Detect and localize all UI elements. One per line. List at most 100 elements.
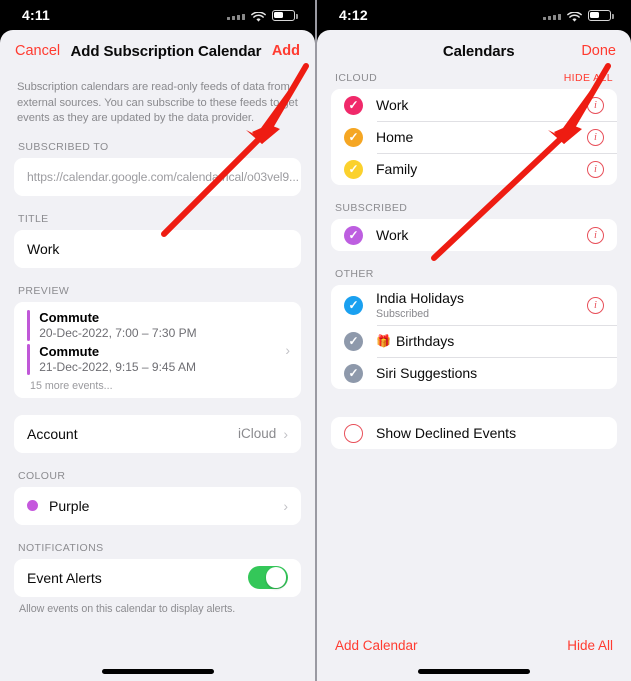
battery-icon (588, 9, 614, 21)
calendar-name: Home (376, 129, 414, 145)
colour-swatch-icon (27, 500, 38, 511)
home-indicator (418, 669, 530, 674)
checkmark-icon: ✓ (344, 225, 363, 245)
more-events-text: 15 more events... (30, 379, 113, 392)
cellular-signal-icon (543, 11, 561, 20)
event-title: Commute (39, 309, 100, 325)
colour-label: COLOUR (18, 469, 66, 482)
unchecked-circle-icon (344, 423, 363, 443)
home-indicator (101, 669, 214, 674)
status-indicators (543, 9, 614, 22)
checkmark-icon: ✓ (344, 331, 363, 351)
title-input[interactable]: Work (14, 230, 301, 268)
right-phone-screen: 4:12 Calendars Done ICLOUD HIDE ALL ✓ Wo… (315, 0, 631, 681)
title-card: Work (14, 229, 301, 268)
info-icon[interactable]: i (587, 160, 604, 178)
checkmark-icon: ✓ (344, 159, 363, 179)
chevron-right-icon: › (283, 425, 288, 442)
title-label: TITLE (18, 212, 49, 225)
wifi-icon (567, 10, 582, 22)
gift-icon: 🎁 (376, 334, 391, 348)
hide-all-button[interactable]: Hide All (567, 638, 613, 653)
checkmark-icon: ✓ (344, 127, 363, 147)
notifications-card: Event Alerts (14, 558, 301, 597)
icloud-calendars-card: ✓ Work i ✓ Home i ✓ Family i (331, 89, 617, 185)
status-bar-left: 4:11 (0, 0, 315, 30)
event-alerts-toggle[interactable] (248, 565, 288, 590)
event-color-bar (27, 309, 31, 341)
subscribed-calendars-card: ✓ Work i (331, 219, 617, 251)
checkmark-icon: ✓ (344, 295, 363, 315)
cancel-button[interactable]: Cancel (15, 43, 60, 59)
cellular-signal-icon (227, 11, 245, 20)
info-icon[interactable]: i (587, 128, 604, 146)
subscribed-to-label: SUBSCRIBED TO (18, 140, 109, 153)
calendar-row[interactable]: ✓ Family i (331, 153, 617, 185)
url-value: https://calendar.google.com/calendar/ica… (27, 169, 299, 184)
other-section-label: OTHER (335, 268, 374, 280)
add-subscription-sheet: Cancel Add Subscription Calendar Add Sub… (0, 30, 315, 681)
calendars-bottom-bar: Add Calendar Hide All (317, 638, 631, 653)
navigation-bar-left: Cancel Add Subscription Calendar Add (0, 30, 315, 72)
notifications-note: Allow events on this calendar to display… (19, 602, 236, 615)
declined-events-card: Show Declined Events (331, 417, 617, 449)
battery-icon (272, 9, 298, 21)
preview-event: Commute 20-Dec-2022, 7:00 – 7:30 PM (14, 309, 301, 343)
done-button[interactable]: Done (581, 43, 616, 59)
dual-screenshot: 4:11 Cancel Add Subscription Calendar Ad… (0, 0, 631, 681)
other-calendars-card: ✓ India Holidays Subscribed i ✓ 🎁 Birthd… (331, 285, 617, 389)
show-declined-events-row[interactable]: Show Declined Events (331, 417, 617, 449)
calendar-name: Birthdays (395, 333, 455, 349)
page-title: Add Subscription Calendar (70, 42, 262, 60)
account-row[interactable]: Account iCloud › (14, 415, 301, 453)
calendar-row[interactable]: ✓ India Holidays Subscribed i (331, 285, 617, 325)
preview-card[interactable]: Commute 20-Dec-2022, 7:00 – 7:30 PM Comm… (14, 301, 301, 398)
calendar-name: Work (376, 97, 409, 113)
calendars-sheet: Calendars Done ICLOUD HIDE ALL ✓ Work i (317, 30, 631, 681)
calendar-name: Family (376, 161, 418, 177)
event-title: Commute (39, 343, 100, 359)
add-calendar-button[interactable]: Add Calendar (335, 638, 418, 653)
hide-all-inline-button[interactable]: HIDE ALL (564, 72, 613, 84)
preview-event: Commute 21-Dec-2022, 9:15 – 9:45 AM (14, 343, 301, 377)
calendar-name: Work (376, 227, 409, 243)
calendar-name: India Holidays (376, 290, 464, 306)
form-scroll-area: Subscription calendars are read-only fee… (0, 72, 315, 615)
chevron-right-icon: › (285, 341, 290, 358)
subscribed-section-label: SUBSCRIBED (335, 202, 408, 214)
event-alerts-row: Event Alerts (14, 559, 301, 597)
checkmark-icon: ✓ (344, 95, 363, 115)
show-declined-events-label: Show Declined Events (376, 425, 517, 441)
calendar-row[interactable]: ✓ Home i (331, 121, 617, 153)
info-icon[interactable]: i (587, 226, 604, 244)
calendar-name: Siri Suggestions (376, 365, 478, 381)
subscribed-to-card: https://calendar.google.com/calendar/ica… (14, 157, 301, 196)
status-indicators (227, 9, 298, 22)
left-phone-screen: 4:11 Cancel Add Subscription Calendar Ad… (0, 0, 315, 681)
info-icon[interactable]: i (587, 296, 604, 314)
title-value: Work (27, 240, 60, 257)
chevron-right-icon: › (283, 497, 288, 514)
calendar-row[interactable]: ✓ 🎁 Birthdays (331, 325, 617, 357)
calendar-subtitle: Subscribed (376, 308, 429, 320)
colour-row[interactable]: Purple › (14, 487, 301, 525)
event-detail: 21-Dec-2022, 9:15 – 9:45 AM (39, 359, 196, 374)
description-text: Subscription calendars are read-only fee… (17, 81, 298, 124)
colour-card: Purple › (14, 486, 301, 525)
info-icon[interactable]: i (587, 96, 604, 114)
navigation-bar-right: Calendars Done (317, 30, 631, 72)
calendar-row[interactable]: ✓ Siri Suggestions (331, 357, 617, 389)
account-card: Account iCloud › (14, 414, 301, 453)
wifi-icon (251, 10, 266, 22)
event-detail: 20-Dec-2022, 7:00 – 7:30 PM (39, 325, 197, 340)
event-color-bar (27, 343, 31, 375)
url-field[interactable]: https://calendar.google.com/calendar/ica… (14, 158, 301, 196)
notifications-label: NOTIFICATIONS (18, 541, 104, 554)
calendar-row[interactable]: ✓ Work i (331, 219, 617, 251)
preview-label: PREVIEW (18, 284, 70, 297)
icloud-section-header: ICLOUD HIDE ALL (331, 72, 617, 89)
calendar-row[interactable]: ✓ Work i (331, 89, 617, 121)
add-button[interactable]: Add (272, 43, 300, 59)
colour-value: Purple (49, 497, 90, 514)
status-time: 4:12 (339, 7, 368, 23)
